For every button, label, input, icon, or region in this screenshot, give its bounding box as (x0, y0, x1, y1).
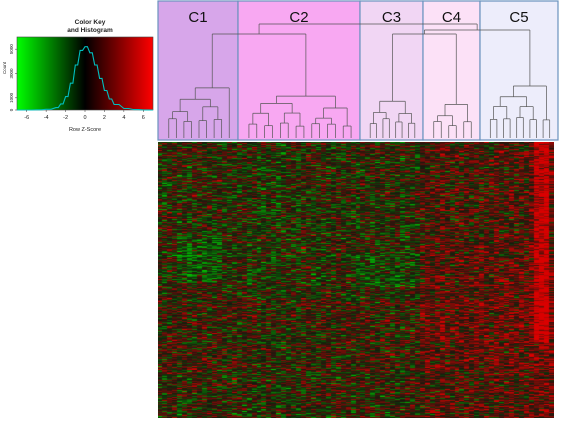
color-key-y-axis: 0 1000 3000 5000 (9, 44, 17, 111)
cluster-dendrogram: C1 C2 C3 C4 C5 (157, 0, 559, 141)
color-key-title-line-2: and Histogram (67, 27, 113, 34)
key-ytick-label: 5000 (9, 44, 14, 55)
color-key-xlabel: Row Z-Score (69, 127, 101, 133)
color-key-ylabel: Count (2, 61, 7, 74)
cluster-label-c3: C3 (382, 9, 401, 26)
color-key-title-line-1: Color Key (75, 19, 106, 26)
cluster-label-c2: C2 (289, 9, 308, 26)
key-ytick-label: 0 (9, 108, 14, 111)
color-key-x-axis: -6 -4 -2 0 2 4 6 (24, 110, 145, 121)
key-xtick-label: -2 (63, 115, 68, 121)
cluster-label-c5: C5 (509, 9, 528, 26)
key-xtick-label: -4 (44, 115, 49, 121)
key-ytick-label: 1000 (9, 92, 14, 103)
color-key-gradient (16, 36, 154, 111)
color-key-histogram: Color Key and Histogram 0 1000 3000 5000 -6… (2, 19, 154, 133)
key-xtick-label: 4 (122, 115, 125, 121)
key-xtick-label: -6 (24, 115, 29, 121)
key-ytick-label: 3000 (9, 68, 14, 79)
cluster-label-c4: C4 (442, 9, 461, 26)
key-xtick-label: 2 (103, 115, 106, 121)
key-xtick-label: 0 (83, 115, 86, 121)
key-xtick-label: 6 (142, 115, 145, 121)
cluster-label-c1: C1 (188, 9, 207, 26)
expression-heatmap (158, 142, 554, 418)
